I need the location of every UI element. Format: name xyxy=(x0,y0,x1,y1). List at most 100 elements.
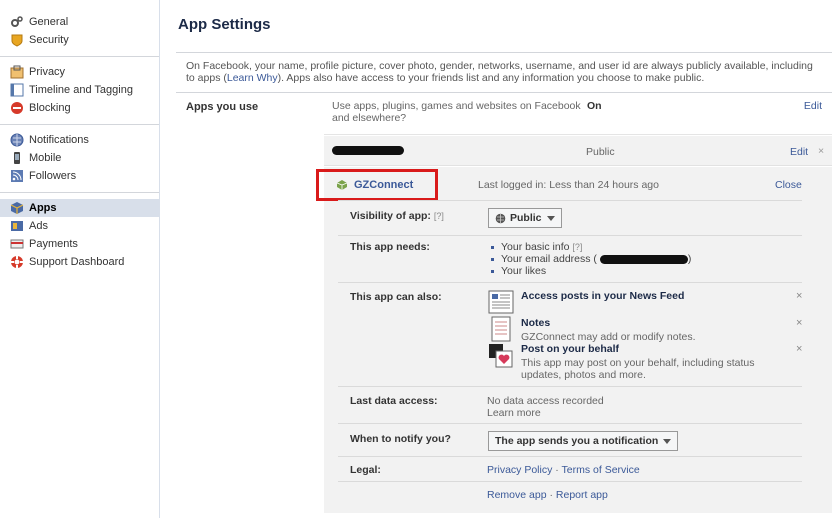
divider xyxy=(338,481,802,482)
notify-label: When to notify you? xyxy=(350,433,451,445)
apps-edit-link[interactable]: Edit xyxy=(804,100,822,112)
sidebar-item-privacy[interactable]: Privacy xyxy=(0,63,159,81)
divider xyxy=(338,200,802,201)
other-app-edit-link[interactable]: Edit xyxy=(790,146,808,158)
highlight-annotation-box xyxy=(316,169,438,201)
sidebar-item-label: Timeline and Tagging xyxy=(29,84,133,96)
other-app-visibility: Public xyxy=(586,146,615,158)
sidebar-item-label: Followers xyxy=(29,170,77,182)
news-feed-icon xyxy=(488,290,514,314)
divider xyxy=(338,423,802,424)
apps-status: On xyxy=(587,100,602,112)
globe-icon xyxy=(10,133,24,147)
post-heart-icon xyxy=(488,343,514,368)
separator: · xyxy=(555,464,559,476)
help-link[interactable]: [?] xyxy=(434,211,444,221)
apps-you-use-label: Apps you use xyxy=(186,101,259,113)
sidebar-item-label: Ads xyxy=(29,220,48,232)
redacted-app-name xyxy=(332,146,404,155)
sidebar-item-ads[interactable]: Ads xyxy=(0,217,159,235)
visibility-value: Public xyxy=(510,212,542,224)
sidebar-item-label: Security xyxy=(29,34,69,46)
visibility-label: Visibility of app: [?] xyxy=(350,210,444,222)
sidebar-item-security[interactable]: Security xyxy=(0,31,159,49)
legal-links: Privacy Policy · Terms of Service xyxy=(487,464,640,476)
remove-permission-icon[interactable]: × xyxy=(796,290,802,302)
privacy-icon xyxy=(10,65,24,79)
divider xyxy=(338,456,802,457)
block-icon xyxy=(10,101,24,115)
help-link[interactable]: [?] xyxy=(572,242,582,252)
visibility-label-text: Visibility of app: xyxy=(350,210,431,222)
sidebar-item-apps[interactable]: Apps xyxy=(0,199,159,217)
last-access-label: Last data access: xyxy=(350,395,438,407)
needs-list: Your basic info [?] Your email address (… xyxy=(490,241,691,277)
app-actions: Remove app · Report app xyxy=(487,489,608,501)
permission-title: Access posts in your News Feed xyxy=(521,290,685,302)
cube-icon xyxy=(10,201,24,215)
divider xyxy=(338,386,802,387)
sidebar-group-apps: Apps Ads Payments Support Dashboard xyxy=(0,193,159,278)
terms-of-service-link[interactable]: Terms of Service xyxy=(562,464,640,476)
gear-icon xyxy=(10,15,24,29)
sidebar-item-label: Privacy xyxy=(29,66,66,78)
globe-icon xyxy=(495,213,506,224)
other-app-remove-icon[interactable]: × xyxy=(818,145,824,157)
sidebar-item-label: Apps xyxy=(29,202,57,214)
sidebar-item-general[interactable]: General xyxy=(0,13,159,31)
divider xyxy=(338,282,802,283)
report-app-link[interactable]: Report app xyxy=(556,489,608,501)
permission-title: Notes xyxy=(521,317,551,329)
card-icon xyxy=(10,237,24,251)
remove-app-link[interactable]: Remove app xyxy=(487,489,547,501)
apps-you-use-description: Use apps, plugins, games and websites on… xyxy=(332,100,581,124)
sidebar-item-notifications[interactable]: Notifications xyxy=(0,131,159,149)
chevron-down-icon xyxy=(546,215,555,221)
sidebar-item-timeline-and-tagging[interactable]: Timeline and Tagging xyxy=(0,81,159,99)
intro-text-2: ). Apps also have access to your friends… xyxy=(277,72,705,84)
sidebar-item-label: Mobile xyxy=(29,152,62,164)
needs-label: This app needs: xyxy=(350,241,430,253)
remove-permission-icon[interactable]: × xyxy=(796,343,802,355)
permission-title: Post on your behalf xyxy=(521,343,620,355)
legal-label: Legal: xyxy=(350,464,381,476)
notify-dropdown[interactable]: The app sends you a notification xyxy=(488,431,679,451)
sidebar-item-label: Notifications xyxy=(29,134,89,146)
learn-why-link[interactable]: Learn Why xyxy=(227,72,278,84)
remove-permission-icon[interactable]: × xyxy=(796,317,802,329)
can-also-label: This app can also: xyxy=(350,291,442,303)
close-link[interactable]: Close xyxy=(775,179,802,191)
intro-notice: On Facebook, your name, profile picture,… xyxy=(176,52,832,93)
timeline-icon xyxy=(10,83,24,97)
ads-icon xyxy=(10,219,24,233)
apps-you-use-row: Use apps, plugins, games and websites on… xyxy=(324,91,832,135)
sidebar-item-support-dashboard[interactable]: Support Dashboard xyxy=(0,253,159,271)
redacted-email xyxy=(599,254,688,264)
sidebar-item-mobile[interactable]: Mobile xyxy=(0,149,159,167)
sidebar-item-blocking[interactable]: Blocking xyxy=(0,99,159,117)
sidebar-item-label: Payments xyxy=(29,238,78,250)
separator: · xyxy=(549,489,553,501)
list-item: Your email address () xyxy=(490,253,691,265)
sidebar-item-label: General xyxy=(29,16,69,28)
learn-more-link[interactable]: Learn more xyxy=(487,407,541,419)
settings-sidebar: General Security Privacy Timeline and Ta… xyxy=(0,0,160,518)
privacy-policy-link[interactable]: Privacy Policy xyxy=(487,464,552,476)
notes-icon xyxy=(488,316,514,342)
rss-icon xyxy=(10,169,24,183)
lifebuoy-icon xyxy=(10,255,24,269)
list-item: Your basic info [?] xyxy=(490,241,691,253)
sidebar-group-privacy: Privacy Timeline and Tagging Blocking xyxy=(0,57,159,125)
list-item: Your likes xyxy=(490,265,691,277)
sidebar-item-followers[interactable]: Followers xyxy=(0,167,159,185)
notify-value: The app sends you a notification xyxy=(495,435,659,447)
sidebar-group-notifications: Notifications Mobile Followers xyxy=(0,125,159,193)
sidebar-item-payments[interactable]: Payments xyxy=(0,235,159,253)
permission-description: GZConnect may add or modify notes. xyxy=(521,331,696,343)
visibility-dropdown[interactable]: Public xyxy=(488,208,562,228)
other-app-row[interactable]: Public Edit × xyxy=(324,136,832,166)
badge-icon xyxy=(10,33,24,47)
last-access-value: No data access recorded xyxy=(487,395,604,407)
divider xyxy=(338,235,802,236)
sidebar-item-label: Blocking xyxy=(29,102,71,114)
